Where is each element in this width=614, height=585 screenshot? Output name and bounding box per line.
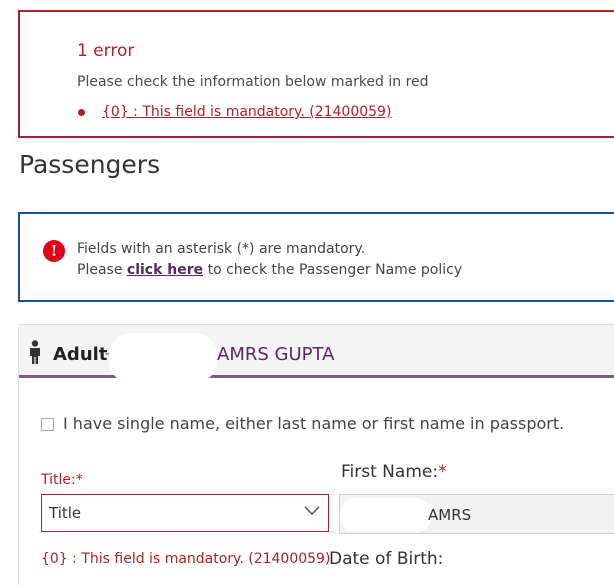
error-summary-box: 1 error Please check the information bel…: [18, 10, 614, 138]
person-icon: [30, 340, 40, 364]
passenger-details-page: 1 error Please check the information bel…: [0, 0, 614, 585]
single-name-checkbox[interactable]: [41, 418, 54, 431]
info-policy-prefix: Please: [77, 262, 127, 278]
info-policy-suffix: to check the Passenger Name policy: [203, 262, 463, 278]
first-name-label-text: First Name:: [341, 462, 439, 482]
passenger-type-label: Adult: [53, 344, 108, 365]
single-name-label[interactable]: I have single name, either last name or …: [63, 414, 564, 433]
first-name-label: First Name:*: [341, 462, 447, 482]
title-field-label: Title:*: [41, 472, 83, 488]
title-field-error: {0} : This field is mandatory. (21400059…: [41, 551, 331, 567]
info-policy-text: Please click here to check the Passenger…: [77, 262, 462, 278]
error-summary-description: Please check the information below marke…: [77, 74, 429, 90]
passenger-card: Adult - AMRS GUPTA I have single name, e…: [18, 324, 614, 585]
date-of-birth-label: Date of Birth:: [329, 549, 444, 569]
redaction-mark: [109, 333, 217, 383]
exclamation-icon: !: [43, 240, 65, 262]
bullet-icon: [78, 109, 85, 116]
required-asterisk: *: [438, 462, 447, 482]
first-name-input[interactable]: AMRS: [339, 494, 614, 534]
first-name-value: AMRS: [428, 506, 472, 524]
passenger-name: AMRS GUPTA: [217, 344, 335, 365]
info-notice-box: ! Fields with an asterisk (*) are mandat…: [18, 212, 614, 302]
title-select-value: Title: [49, 504, 82, 522]
chevron-down-icon: [304, 506, 320, 516]
name-policy-link[interactable]: click here: [127, 262, 203, 278]
redaction-mark: [340, 498, 432, 532]
passenger-card-header[interactable]: Adult - AMRS GUPTA: [19, 325, 614, 383]
error-summary-title: 1 error: [77, 41, 135, 61]
info-mandatory-text: Fields with an asterisk (*) are mandator…: [77, 241, 366, 257]
error-summary-link[interactable]: {0} : This field is mandatory. (21400059…: [102, 104, 391, 120]
page-title: Passengers: [19, 150, 161, 179]
title-select[interactable]: Title: [41, 494, 329, 532]
